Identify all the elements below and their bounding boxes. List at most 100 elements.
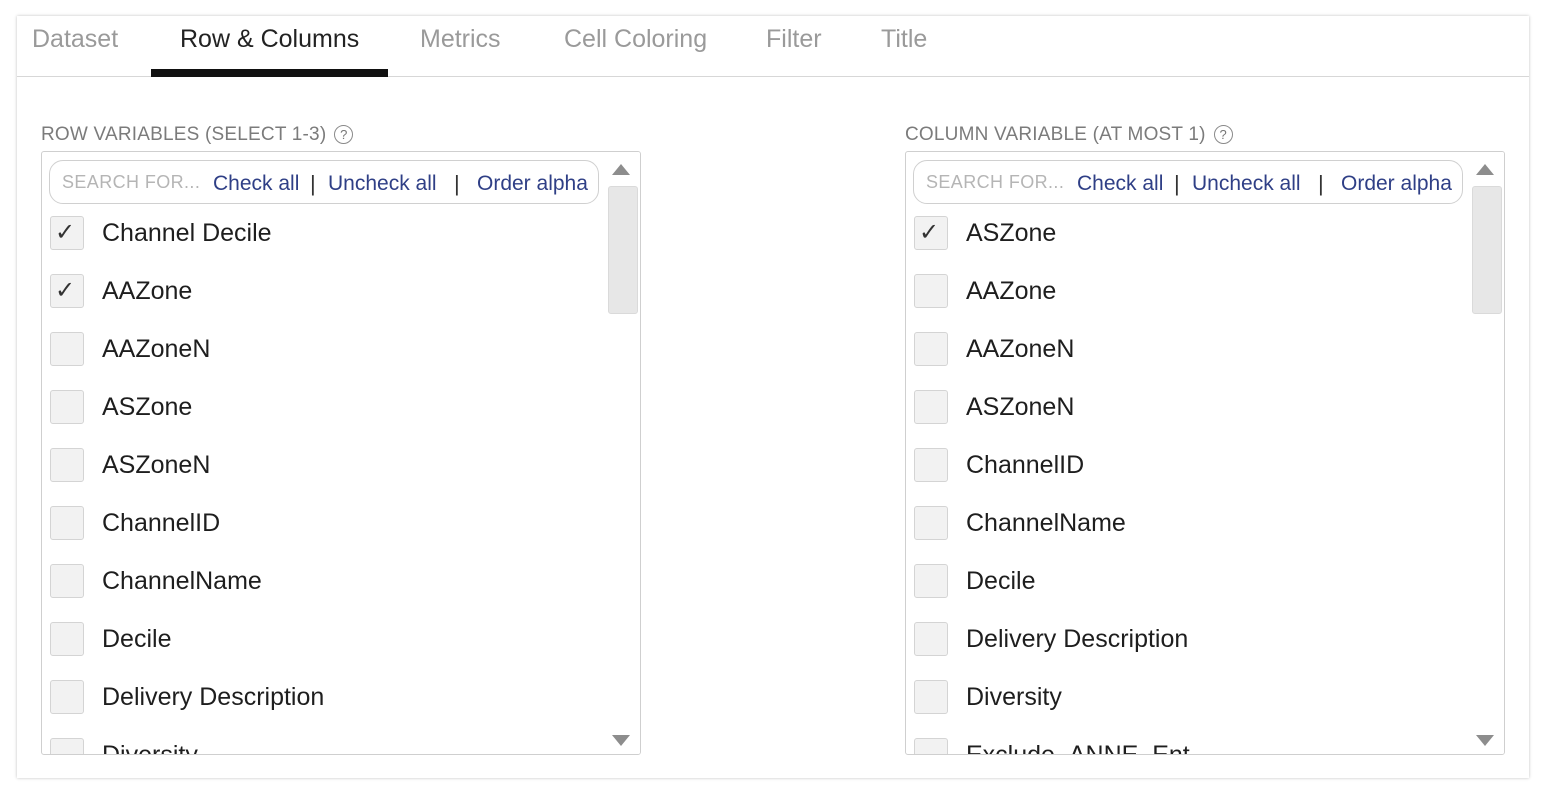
list-item[interactable]: ASZoneN: [50, 448, 600, 506]
list-item[interactable]: ✓ ASZone: [914, 216, 1464, 274]
checkmark-icon: ✓: [55, 219, 76, 246]
list-item-label: AAZone: [966, 277, 1057, 305]
column-check-all-link[interactable]: Check all: [1077, 172, 1163, 196]
column-toolbar: Check all | Uncheck all | Order alpha: [913, 160, 1463, 204]
tab-metrics[interactable]: Metrics: [420, 16, 501, 76]
list-item[interactable]: ASZoneN: [914, 390, 1464, 448]
checkbox[interactable]: ✓: [50, 216, 84, 250]
checkbox[interactable]: [50, 390, 84, 424]
row-variables-panel: Check all | Uncheck all | Order alpha ✓ C…: [41, 151, 641, 755]
list-item-label: Decile: [102, 625, 172, 653]
checkmark-icon: ✓: [919, 219, 940, 246]
list-item[interactable]: Diversity: [50, 738, 600, 755]
list-item-label: ChannelID: [966, 451, 1085, 479]
list-item[interactable]: ChannelID: [914, 448, 1464, 506]
row-search-input[interactable]: [62, 169, 207, 195]
list-item[interactable]: Decile: [914, 564, 1464, 622]
checkbox[interactable]: [50, 738, 84, 754]
row-check-all-link[interactable]: Check all: [213, 172, 299, 196]
scroll-down-arrow-icon[interactable]: [612, 735, 630, 746]
list-item-label: Diversity: [102, 741, 198, 755]
checkbox[interactable]: [914, 448, 948, 482]
list-item-label: ASZone: [102, 393, 193, 421]
toolbar-separator: |: [1174, 171, 1180, 196]
list-item-label: Delivery Description: [102, 683, 325, 711]
checkbox[interactable]: ✓: [914, 216, 948, 250]
list-item[interactable]: AAZone: [914, 274, 1464, 332]
row-uncheck-all-link[interactable]: Uncheck all: [328, 172, 437, 196]
help-icon[interactable]: ?: [334, 125, 354, 144]
row-list-scrollbar[interactable]: [606, 152, 640, 754]
tab-row-columns[interactable]: Row & Columns: [150, 16, 389, 77]
toolbar-separator: |: [1318, 171, 1324, 196]
row-variables-label-text: ROW VARIABLES (SELECT 1-3): [41, 124, 327, 145]
column-variable-panel: Check all | Uncheck all | Order alpha ✓ A…: [905, 151, 1505, 755]
list-item[interactable]: Delivery Description: [914, 622, 1464, 680]
scroll-down-arrow-icon[interactable]: [1476, 735, 1494, 746]
tab-filter[interactable]: Filter: [766, 16, 822, 76]
checkbox[interactable]: [914, 506, 948, 540]
column-order-alpha-link[interactable]: Order alpha: [1341, 172, 1452, 196]
scroll-up-arrow-icon[interactable]: [612, 164, 630, 175]
list-item-label: Channel Decile: [102, 219, 272, 247]
column-variable-list: ✓ ASZone AAZone AAZoneN ASZoneN ChannelID Chan…: [914, 216, 1464, 755]
row-variable-list: ✓ Channel Decile ✓ AAZone AAZoneN ASZone ASZon…: [50, 216, 600, 755]
report-config-card: Dataset Row & Columns Metrics Cell Color…: [17, 16, 1529, 778]
tab-dataset[interactable]: Dataset: [32, 16, 118, 76]
column-search-input[interactable]: [926, 169, 1071, 195]
checkbox[interactable]: [914, 332, 948, 366]
scroll-thumb[interactable]: [1472, 186, 1502, 314]
checkbox[interactable]: [50, 622, 84, 656]
column-list-scrollbar[interactable]: [1470, 152, 1504, 754]
list-item[interactable]: ✓ AAZone: [50, 274, 600, 332]
list-item-label: ASZoneN: [966, 393, 1075, 421]
list-item[interactable]: Delivery Description: [50, 680, 600, 738]
list-item-label: AAZone: [102, 277, 193, 305]
help-icon[interactable]: ?: [1213, 125, 1233, 144]
toolbar-separator: |: [454, 171, 460, 196]
checkbox[interactable]: [50, 332, 84, 366]
row-toolbar: Check all | Uncheck all | Order alpha: [49, 160, 599, 204]
toolbar-separator: |: [310, 171, 316, 196]
checkbox[interactable]: [50, 680, 84, 714]
list-item[interactable]: ASZone: [50, 390, 600, 448]
checkmark-icon: ✓: [55, 277, 76, 304]
scroll-thumb[interactable]: [608, 186, 638, 314]
checkbox[interactable]: [914, 622, 948, 656]
list-item-label: ChannelID: [102, 509, 221, 537]
checkbox[interactable]: [914, 274, 948, 308]
list-item-label: ASZone: [966, 219, 1057, 247]
list-item-label: AAZoneN: [102, 335, 211, 363]
checkbox[interactable]: [914, 564, 948, 598]
list-item[interactable]: ChannelName: [50, 564, 600, 622]
tab-title[interactable]: Title: [881, 16, 927, 76]
scroll-up-arrow-icon[interactable]: [1476, 164, 1494, 175]
list-item[interactable]: ChannelID: [50, 506, 600, 564]
list-item[interactable]: Diversity: [914, 680, 1464, 738]
checkbox[interactable]: [914, 738, 948, 754]
list-item-label: AAZoneN: [966, 335, 1075, 363]
checkbox[interactable]: [914, 680, 948, 714]
checkbox[interactable]: [50, 564, 84, 598]
row-order-alpha-link[interactable]: Order alpha: [477, 172, 588, 196]
list-item-label: Delivery Description: [966, 625, 1189, 653]
list-item-label: Diversity: [966, 683, 1062, 711]
column-variable-label: COLUMN VARIABLE (AT MOST 1)?: [905, 124, 1233, 146]
list-item[interactable]: AAZoneN: [50, 332, 600, 390]
checkbox[interactable]: [914, 390, 948, 424]
checkbox[interactable]: [50, 506, 84, 540]
list-item-label: ChannelName: [966, 509, 1126, 537]
row-variables-label: ROW VARIABLES (SELECT 1-3)?: [41, 124, 354, 146]
list-item[interactable]: Exclude_ANNE_Ent: [914, 738, 1464, 755]
tab-cell-coloring[interactable]: Cell Coloring: [564, 16, 707, 76]
list-item[interactable]: ChannelName: [914, 506, 1464, 564]
checkbox[interactable]: [50, 448, 84, 482]
column-variable-label-text: COLUMN VARIABLE (AT MOST 1): [905, 124, 1206, 145]
list-item-label: Exclude_ANNE_Ent: [966, 741, 1190, 755]
list-item-label: Decile: [966, 567, 1036, 595]
list-item[interactable]: ✓ Channel Decile: [50, 216, 600, 274]
list-item[interactable]: Decile: [50, 622, 600, 680]
checkbox[interactable]: ✓: [50, 274, 84, 308]
column-uncheck-all-link[interactable]: Uncheck all: [1192, 172, 1301, 196]
list-item[interactable]: AAZoneN: [914, 332, 1464, 390]
